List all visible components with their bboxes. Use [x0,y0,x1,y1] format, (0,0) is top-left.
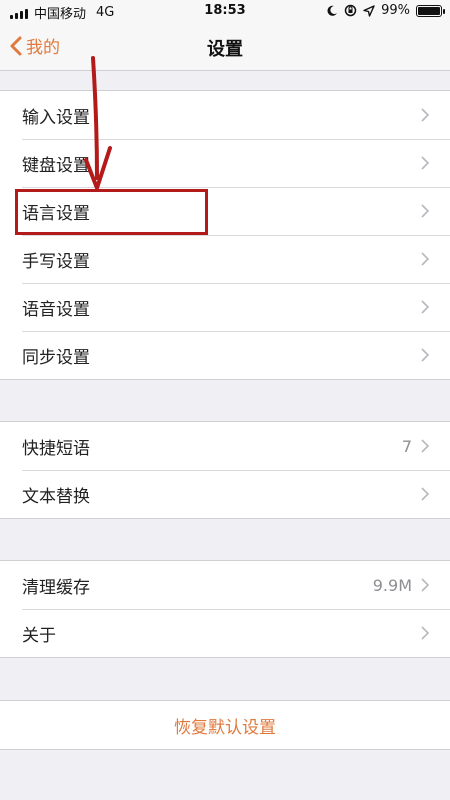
row-value: 7 [401,436,412,456]
chevron-right-icon [421,578,430,592]
chevron-right-icon [421,156,430,170]
settings-row-text-replacement[interactable]: 文本替换 [0,470,450,518]
chevron-right-icon [421,204,430,218]
chevron-right-icon [421,487,430,501]
status-right: 99% [326,3,445,18]
settings-row-voice[interactable]: 语音设置 [0,283,450,331]
row-label: 语言设置 [22,203,90,224]
settings-row-handwriting[interactable]: 手写设置 [0,235,450,283]
reset-defaults-button[interactable]: 恢复默认设置 [0,701,450,749]
settings-row-clear-cache[interactable]: 清理缓存 9.9M [0,561,450,609]
chevron-right-icon [421,252,430,266]
row-label: 文本替换 [22,486,90,507]
chevron-right-icon [421,300,430,314]
row-label: 清理缓存 [22,577,90,598]
settings-group-phrases: 快捷短语 7 文本替换 [0,421,450,519]
moon-icon [327,5,338,16]
battery-icon [416,4,445,17]
chevron-right-icon [421,108,430,122]
row-label: 关于 [22,625,56,646]
page-title: 设置 [207,39,243,60]
settings-row-sync[interactable]: 同步设置 [0,331,450,379]
settings-group-input: 输入设置 键盘设置 语言设置 手写设置 语音设置 同步设置 [0,90,450,380]
location-arrow-icon [363,4,375,17]
battery-fill [418,6,440,15]
row-value: 9.9M [372,575,412,595]
settings-row-quick-phrases[interactable]: 快捷短语 7 [0,422,450,470]
chevron-right-icon [421,626,430,640]
settings-group-misc: 清理缓存 9.9M 关于 [0,560,450,658]
settings-row-keyboard[interactable]: 键盘设置 [0,139,450,187]
row-label: 语音设置 [22,299,90,320]
row-label: 键盘设置 [22,155,90,176]
row-label: 输入设置 [22,107,90,128]
battery-percent: 99% [381,3,410,18]
nav-bar: 我的 设置 [0,22,450,71]
row-label: 同步设置 [22,347,90,368]
reset-group: 恢复默认设置 [0,700,450,750]
settings-row-about[interactable]: 关于 [0,609,450,657]
chevron-right-icon [421,439,430,453]
orientation-lock-icon [344,4,357,17]
settings-row-input[interactable]: 输入设置 [0,91,450,139]
settings-row-language[interactable]: 语言设置 [0,187,450,235]
status-bar: 中国移动 4G 18:53 99% [0,0,450,22]
row-label: 快捷短语 [22,438,90,459]
row-label: 手写设置 [22,251,90,272]
chevron-right-icon [421,348,430,362]
